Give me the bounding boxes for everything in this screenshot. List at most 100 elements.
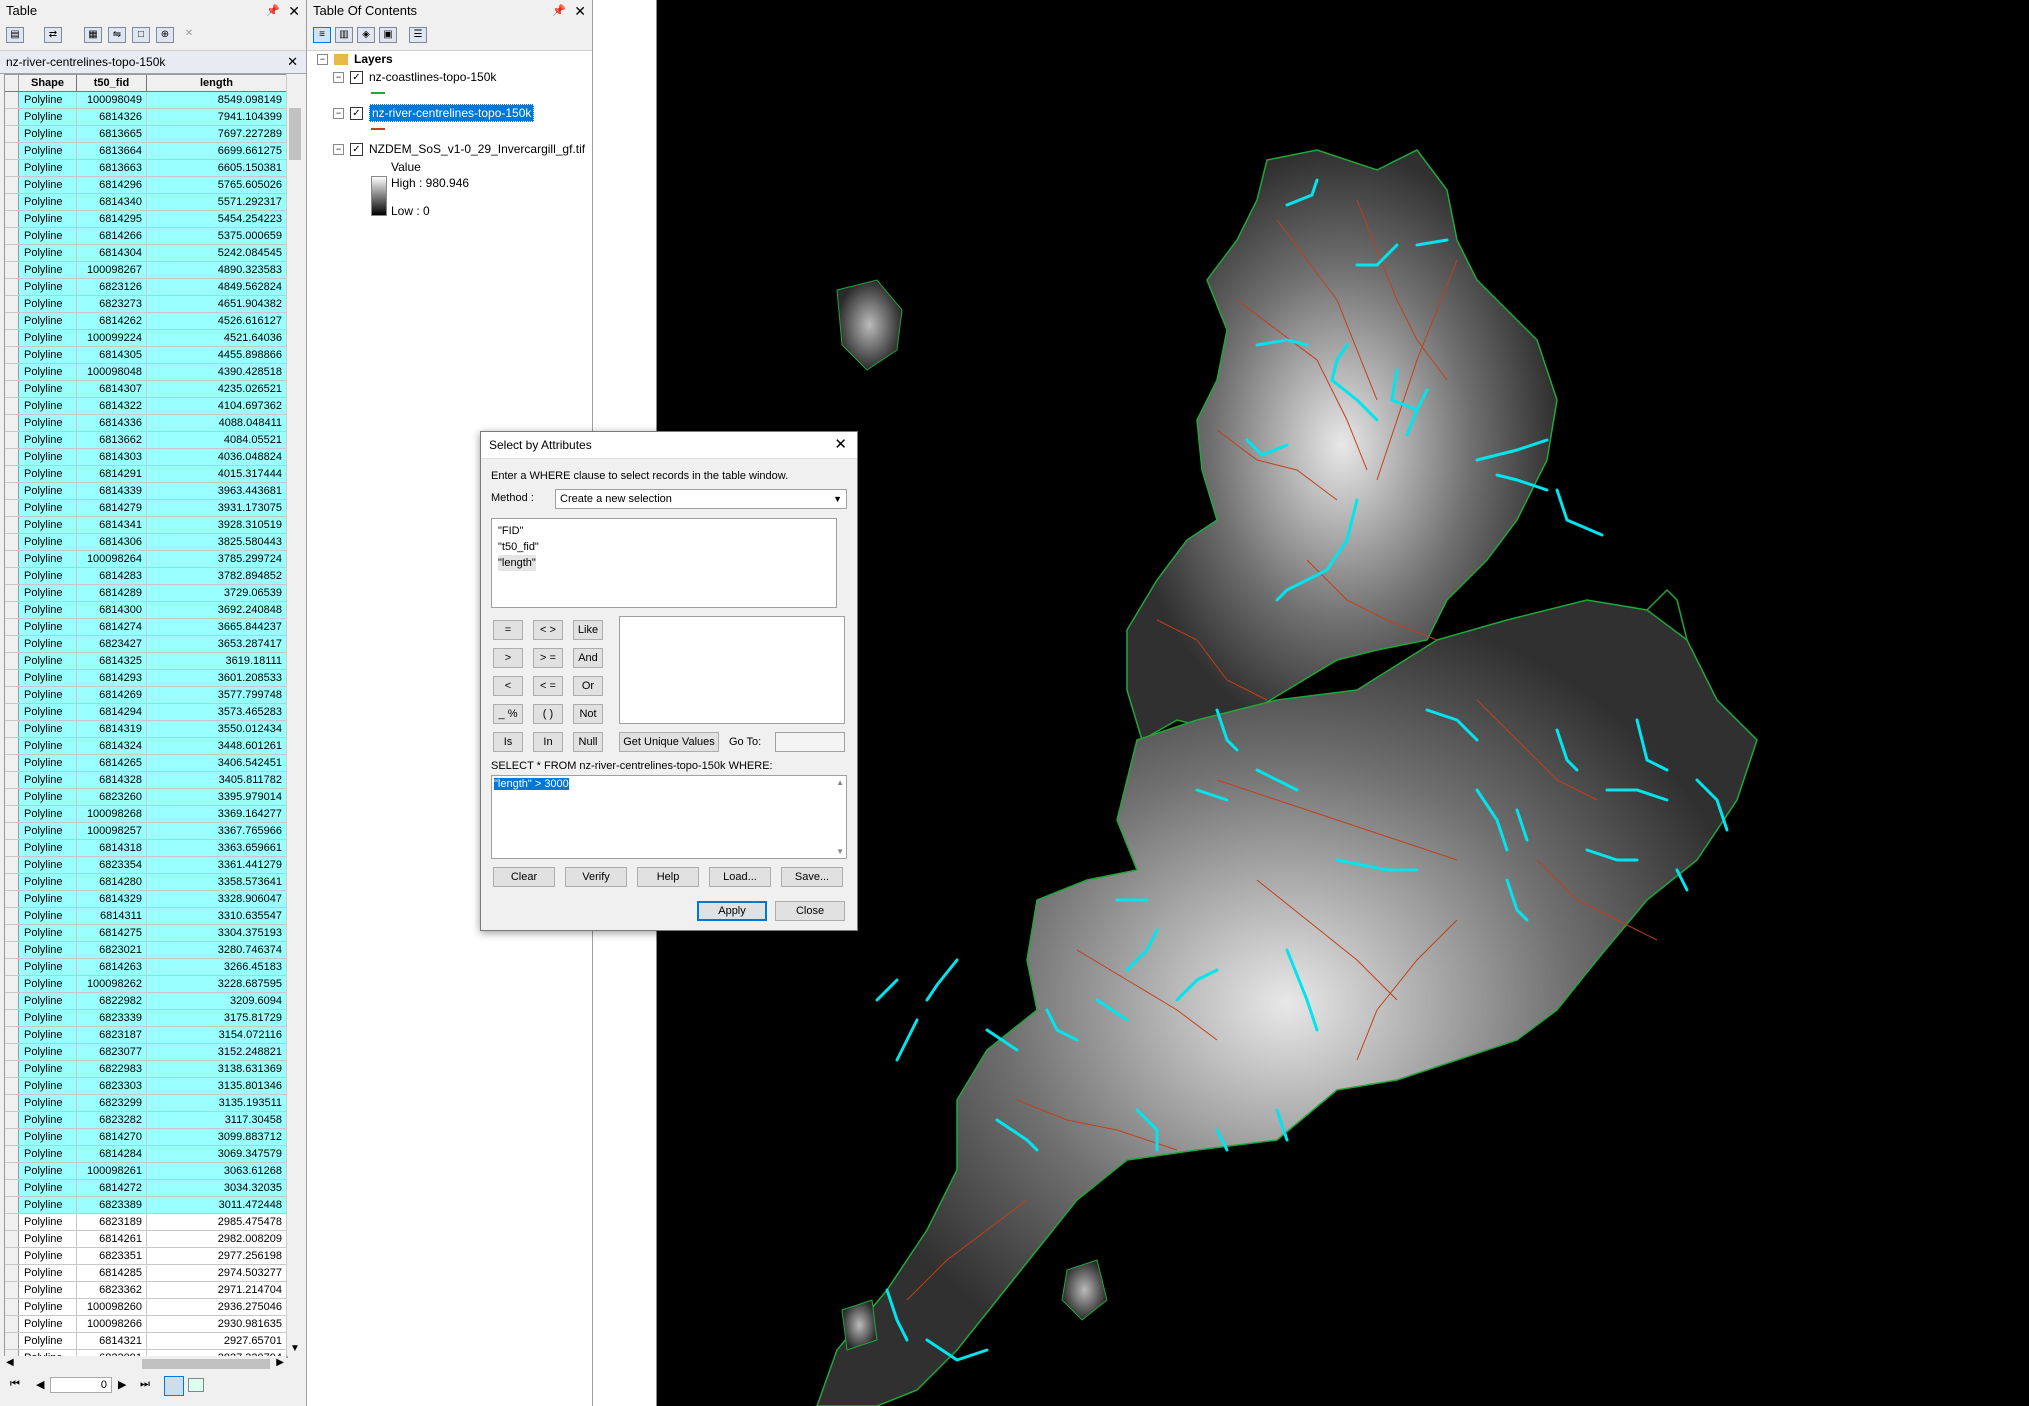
- layer-item-dem-raster[interactable]: − ✓ NZDEM_SoS_v1-0_29_Invercargill_gf.tif: [333, 142, 585, 157]
- layer-visibility-checkbox[interactable]: ✓: [350, 107, 363, 121]
- layer-item-river-centrelines[interactable]: − ✓ nz-river-centrelines-topo-150k: [333, 104, 535, 122]
- record-position-field[interactable]: 0: [50, 1377, 112, 1393]
- row-selector[interactable]: [5, 1299, 19, 1315]
- row-selector[interactable]: [5, 160, 19, 176]
- table-row[interactable]: Polyline 6814272 3034.32035: [5, 1180, 287, 1197]
- map-canvas[interactable]: [657, 0, 2029, 1406]
- pin-icon[interactable]: 📌: [552, 0, 566, 22]
- table-row[interactable]: Polyline 6814269 3577.799748: [5, 687, 287, 704]
- table-row[interactable]: Polyline 6823427 3653.287417: [5, 636, 287, 653]
- table-row[interactable]: Polyline 100099224 4521.64036: [5, 330, 287, 347]
- list-by-drawing-order-icon[interactable]: ≡: [313, 27, 331, 43]
- row-selector[interactable]: [5, 534, 19, 550]
- list-by-source-icon[interactable]: ▥: [335, 27, 353, 43]
- table-row[interactable]: Polyline 6822983 3138.631369: [5, 1061, 287, 1078]
- close-button[interactable]: Close: [775, 901, 845, 921]
- show-all-records-icon[interactable]: [164, 1376, 184, 1396]
- operator-greater-button[interactable]: >: [493, 648, 523, 668]
- row-selector[interactable]: [5, 432, 19, 448]
- row-selector[interactable]: [5, 1214, 19, 1230]
- row-selector[interactable]: [5, 738, 19, 754]
- table-row[interactable]: Polyline 6814266 5375.000659: [5, 228, 287, 245]
- row-selector[interactable]: [5, 874, 19, 890]
- table-vertical-scrollbar[interactable]: ▼: [286, 74, 303, 1356]
- table-row[interactable]: Polyline 6814293 3601.208533: [5, 670, 287, 687]
- clear-button[interactable]: Clear: [493, 867, 555, 887]
- row-selector[interactable]: [5, 296, 19, 312]
- collapse-icon[interactable]: −: [333, 72, 344, 84]
- column-header-length[interactable]: length: [147, 75, 287, 91]
- row-selector[interactable]: [5, 585, 19, 601]
- row-selector[interactable]: [5, 1163, 19, 1179]
- row-selector[interactable]: [5, 483, 19, 499]
- table-row[interactable]: Polyline 6814294 3573.465283: [5, 704, 287, 721]
- column-header-shape[interactable]: Shape: [19, 75, 77, 91]
- operator-is-button[interactable]: Is: [493, 732, 523, 752]
- row-selector[interactable]: [5, 1282, 19, 1298]
- row-selector[interactable]: [5, 891, 19, 907]
- operator-parentheses-button[interactable]: ( ): [533, 704, 563, 724]
- table-row[interactable]: Polyline 6814296 5765.605026: [5, 177, 287, 194]
- table-row[interactable]: Polyline 6814318 3363.659661: [5, 840, 287, 857]
- row-selector[interactable]: [5, 517, 19, 533]
- table-row[interactable]: Polyline 6814322 4104.697362: [5, 398, 287, 415]
- table-row[interactable]: Polyline 6814324 3448.601261: [5, 738, 287, 755]
- row-selector[interactable]: [5, 1112, 19, 1128]
- row-selector[interactable]: [5, 636, 19, 652]
- table-row[interactable]: Polyline 6814340 5571.292317: [5, 194, 287, 211]
- table-row[interactable]: Polyline 6813663 6605.150381: [5, 160, 287, 177]
- table-row[interactable]: Polyline 6814279 3931.173075: [5, 500, 287, 517]
- row-selector[interactable]: [5, 347, 19, 363]
- table-row[interactable]: Polyline 6814311 3310.635547: [5, 908, 287, 925]
- row-selector[interactable]: [5, 1027, 19, 1043]
- table-row[interactable]: Polyline 100098266 2930.981635: [5, 1316, 287, 1333]
- table-row[interactable]: Polyline 6823303 3135.801346: [5, 1078, 287, 1095]
- row-selector[interactable]: [5, 602, 19, 618]
- field-item[interactable]: "length": [498, 555, 536, 571]
- row-selector[interactable]: [5, 976, 19, 992]
- close-icon[interactable]: ✕: [288, 0, 300, 22]
- table-row[interactable]: Polyline 6813662 4084.05521: [5, 432, 287, 449]
- table-row[interactable]: Polyline 6823021 3280.746374: [5, 942, 287, 959]
- unique-values-list[interactable]: [619, 616, 845, 724]
- table-row[interactable]: Polyline 100098049 8549.098149: [5, 92, 287, 109]
- table-row[interactable]: Polyline 6814285 2974.503277: [5, 1265, 287, 1282]
- last-record-icon[interactable]: ⏭: [140, 1378, 150, 1391]
- operator-less-equal-button[interactable]: < =: [533, 676, 563, 696]
- row-selector[interactable]: [5, 1248, 19, 1264]
- table-row[interactable]: Polyline 6823362 2971.214704: [5, 1282, 287, 1299]
- layer-label[interactable]: NZDEM_SoS_v1-0_29_Invercargill_gf.tif: [369, 142, 585, 156]
- table-row[interactable]: Polyline 6823260 3395.979014: [5, 789, 287, 806]
- table-row[interactable]: Polyline 6814321 2927.65701: [5, 1333, 287, 1350]
- field-list[interactable]: "FID" "t50_fid" "length": [491, 518, 837, 608]
- table-row[interactable]: Polyline 6814325 3619.18111: [5, 653, 287, 670]
- table-row[interactable]: Polyline 6814270 3099.883712: [5, 1129, 287, 1146]
- table-row[interactable]: Polyline 100098268 3369.164277: [5, 806, 287, 823]
- operator-like-button[interactable]: Like: [573, 620, 603, 640]
- table-row[interactable]: Polyline 6814262 4526.616127: [5, 313, 287, 330]
- delete-selected-icon[interactable]: ✕: [180, 27, 198, 43]
- table-row[interactable]: Polyline 6814289 3729.06539: [5, 585, 287, 602]
- row-selector[interactable]: [5, 143, 19, 159]
- row-selector[interactable]: [5, 1061, 19, 1077]
- scroll-left-icon[interactable]: ◀: [6, 1357, 14, 1368]
- scroll-down-icon[interactable]: ▼: [290, 1343, 300, 1354]
- row-selector-header[interactable]: [5, 75, 19, 91]
- table-row[interactable]: Polyline 100098264 3785.299724: [5, 551, 287, 568]
- row-selector[interactable]: [5, 449, 19, 465]
- layer-label[interactable]: nz-river-centrelines-topo-150k: [369, 104, 535, 122]
- table-row[interactable]: Polyline 6814341 3928.310519: [5, 517, 287, 534]
- row-selector[interactable]: [5, 704, 19, 720]
- show-selected-records-icon[interactable]: [188, 1378, 204, 1392]
- column-header-t50-fid[interactable]: t50_fid: [77, 75, 147, 91]
- row-selector[interactable]: [5, 92, 19, 108]
- row-selector[interactable]: [5, 1333, 19, 1349]
- pin-icon[interactable]: 📌: [266, 0, 280, 22]
- row-selector[interactable]: [5, 925, 19, 941]
- table-row[interactable]: Polyline 6823339 3175.81729: [5, 1010, 287, 1027]
- table-row[interactable]: Polyline 6814326 7941.104399: [5, 109, 287, 126]
- row-selector[interactable]: [5, 959, 19, 975]
- close-tab-icon[interactable]: ✕: [287, 51, 298, 73]
- row-selector[interactable]: [5, 1129, 19, 1145]
- operator-not-equal-button[interactable]: < >: [533, 620, 563, 640]
